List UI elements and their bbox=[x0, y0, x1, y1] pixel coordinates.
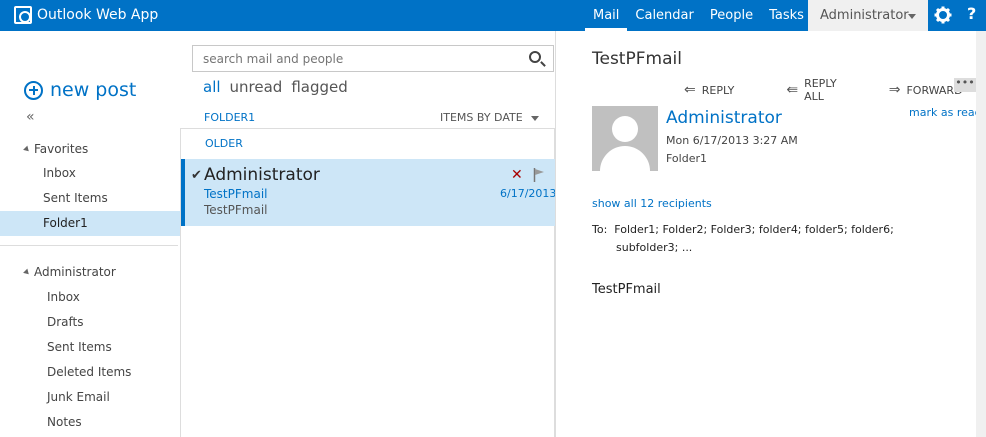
gear-icon[interactable] bbox=[934, 6, 952, 24]
reply-all-label: REPLY ALL bbox=[804, 77, 837, 103]
show-recipients-link[interactable]: show all 12 recipients bbox=[592, 197, 712, 210]
forward-arrow-icon: ⇒ bbox=[888, 82, 901, 98]
search-box bbox=[192, 45, 554, 72]
filter-all[interactable]: all bbox=[203, 78, 221, 96]
mailbox-item-notes[interactable]: Notes bbox=[0, 410, 180, 435]
mailbox-label: Administrator bbox=[34, 265, 116, 279]
outlook-logo-icon bbox=[14, 6, 32, 24]
folder-label: Drafts bbox=[47, 315, 84, 329]
message-actions: ⇐ REPLY ⇚ REPLY ALL ⇒ FORWARD bbox=[684, 77, 986, 103]
expand-triangle-icon bbox=[23, 268, 31, 277]
user-name: Administrator bbox=[820, 8, 909, 23]
message-folder: Folder1 bbox=[666, 152, 707, 165]
sender-name[interactable]: Administrator bbox=[666, 108, 782, 128]
nav-calendar[interactable]: Calendar bbox=[627, 0, 701, 31]
to-label: To: bbox=[592, 223, 608, 236]
message-preview: TestPFmail bbox=[204, 203, 268, 217]
recipients-line-2: subfolder3; ... bbox=[616, 241, 693, 254]
top-nav: Mail Calendar People Tasks bbox=[585, 0, 812, 31]
favorites-item-inbox[interactable]: Inbox bbox=[0, 161, 180, 186]
help-icon[interactable]: ? bbox=[967, 4, 976, 23]
plus-circle-icon bbox=[24, 80, 43, 100]
mailbox-item-deleted-items[interactable]: Deleted Items bbox=[0, 360, 180, 385]
group-header-older: OLDER bbox=[205, 137, 243, 150]
favorites-item-sent-items[interactable]: Sent Items bbox=[0, 186, 180, 211]
new-post-button[interactable]: new post bbox=[24, 79, 136, 101]
avatar bbox=[592, 106, 658, 171]
filter-bar: all unread flagged bbox=[203, 78, 348, 96]
reply-all-button[interactable]: ⇚ REPLY ALL bbox=[786, 77, 862, 103]
person-body-shape bbox=[600, 146, 650, 171]
nav-tasks[interactable]: Tasks bbox=[761, 0, 812, 31]
mailbox-header[interactable]: Administrator bbox=[23, 265, 116, 279]
app-brand[interactable]: Outlook Web App bbox=[14, 6, 158, 24]
folder-label: Inbox bbox=[47, 290, 80, 304]
message-subject-heading: TestPFmail bbox=[592, 49, 682, 69]
top-bar: Outlook Web App Mail Calendar People Tas… bbox=[0, 0, 986, 31]
mark-as-read-link[interactable]: mark as read bbox=[909, 106, 982, 119]
reply-arrow-icon: ⇐ bbox=[684, 82, 696, 98]
folder-label: Sent Items bbox=[43, 191, 108, 205]
reply-all-arrow-icon: ⇚ bbox=[786, 82, 799, 98]
message-date: 6/17/2013 bbox=[500, 187, 557, 200]
message-subject: TestPFmail bbox=[204, 187, 268, 201]
sort-dropdown[interactable]: ITEMS BY DATE bbox=[440, 111, 539, 124]
mailbox-item-junk-email[interactable]: Junk Email bbox=[0, 385, 180, 410]
mailbox-item-inbox[interactable]: Inbox bbox=[0, 285, 180, 310]
favorites-item-folder1[interactable]: Folder1 bbox=[0, 211, 180, 236]
search-input[interactable] bbox=[193, 46, 513, 71]
folder-label: Junk Email bbox=[47, 390, 110, 404]
favorites-header[interactable]: Favorites bbox=[23, 142, 89, 156]
folder-label: Notes bbox=[47, 415, 82, 429]
current-folder-label: FOLDER1 bbox=[204, 111, 256, 124]
folder-label: Sent Items bbox=[47, 340, 112, 354]
collapse-pane-icon[interactable]: « bbox=[26, 109, 35, 125]
search-icon[interactable] bbox=[529, 51, 541, 63]
message-body: TestPFmail bbox=[592, 282, 661, 297]
more-actions-button[interactable]: ••• bbox=[954, 77, 976, 92]
mailbox-item-sent-items[interactable]: Sent Items bbox=[0, 335, 180, 360]
person-icon bbox=[612, 116, 638, 142]
filter-flagged[interactable]: flagged bbox=[291, 78, 347, 96]
recipients-line-1: Folder1; Folder2; Folder3; folder4; fold… bbox=[614, 223, 894, 236]
chevron-down-icon bbox=[908, 14, 916, 19]
chevron-down-icon bbox=[530, 115, 539, 121]
reply-label: REPLY bbox=[701, 83, 735, 97]
flag-icon[interactable] bbox=[533, 168, 545, 182]
recipients-list: To: Folder1; Folder2; Folder3; folder4; f… bbox=[592, 221, 952, 257]
delete-icon[interactable]: ✕ bbox=[511, 167, 523, 183]
new-post-label: new post bbox=[50, 79, 137, 101]
mailbox-item-drafts[interactable]: Drafts bbox=[0, 310, 180, 335]
expand-triangle-icon bbox=[23, 145, 31, 154]
sent-date: Mon 6/17/2013 3:27 AM bbox=[666, 134, 798, 147]
folder-label: Folder1 bbox=[43, 216, 88, 230]
folder-label: Inbox bbox=[43, 166, 76, 180]
filter-unread[interactable]: unread bbox=[230, 78, 283, 96]
nav-people[interactable]: People bbox=[702, 0, 761, 31]
message-list-item[interactable]: ✔ Administrator TestPFmail TestPFmail ✕ … bbox=[181, 159, 557, 226]
app-title: Outlook Web App bbox=[37, 7, 159, 23]
message-sender: Administrator bbox=[204, 165, 320, 185]
reading-pane: TestPFmail ⇐ REPLY ⇚ REPLY ALL ⇒ FORWARD ••… bbox=[555, 31, 986, 437]
favorites-label: Favorites bbox=[34, 142, 89, 156]
user-menu[interactable]: Administrator bbox=[808, 0, 928, 31]
message-list-pane: all unread flagged FOLDER1 ITEMS BY DATE… bbox=[180, 31, 557, 437]
checkmark-icon[interactable]: ✔ bbox=[191, 168, 202, 183]
folder-label: Deleted Items bbox=[47, 365, 132, 379]
folder-pane: new post « Favorites Inbox Sent Items Fo… bbox=[0, 31, 180, 437]
scrollbar[interactable] bbox=[976, 31, 986, 437]
sort-label: ITEMS BY DATE bbox=[440, 111, 523, 124]
nav-mail[interactable]: Mail bbox=[585, 0, 628, 31]
reply-button[interactable]: ⇐ REPLY bbox=[684, 77, 760, 103]
divider bbox=[0, 245, 178, 246]
